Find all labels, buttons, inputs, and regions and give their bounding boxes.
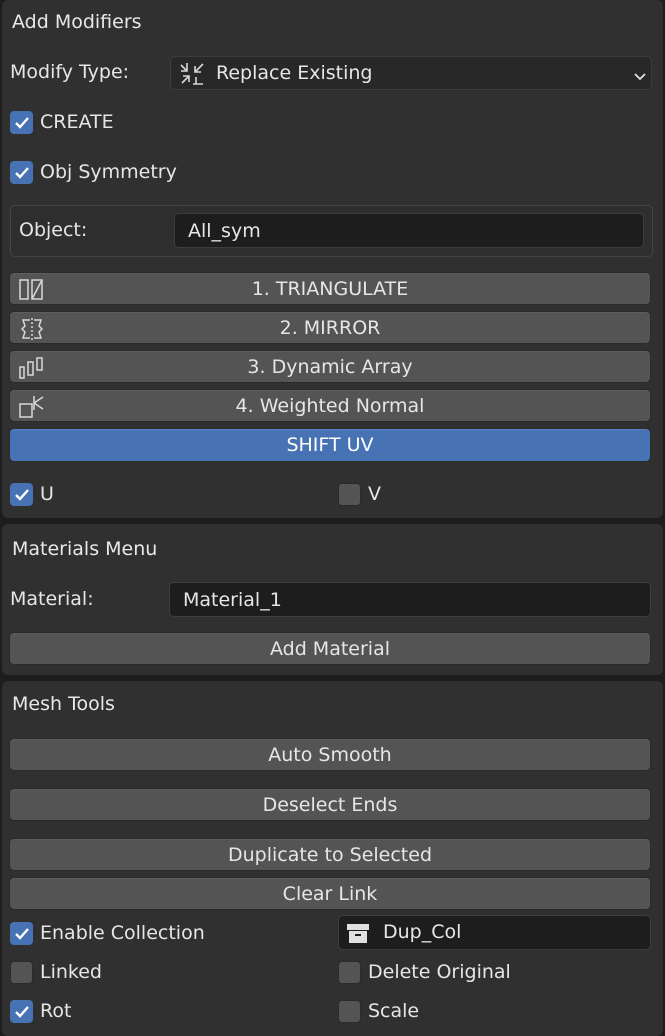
triangulate-button[interactable]: 1. TRIANGULATE — [9, 272, 651, 305]
v-label: V — [368, 483, 381, 505]
linked-checkbox[interactable] — [10, 961, 33, 984]
object-label: Object: — [19, 219, 88, 241]
weighted-normal-icon — [18, 394, 46, 420]
dynamic-array-label: 3. Dynamic Array — [247, 355, 413, 378]
u-label: U — [40, 483, 54, 505]
mirror-icon — [18, 316, 46, 342]
weighted-normal-button[interactable]: 4. Weighted Normal — [9, 389, 651, 422]
rot-label: Rot — [40, 1000, 72, 1022]
auto-smooth-button[interactable]: Auto Smooth — [9, 738, 651, 771]
deselect-ends-button[interactable]: Deselect Ends — [9, 788, 651, 821]
materials-menu-panel: Materials Menu Material: Material_1 Add … — [2, 524, 663, 675]
clear-link-button[interactable]: Clear Link — [9, 877, 651, 910]
collection-box-icon — [345, 920, 371, 946]
material-label: Material: — [10, 588, 94, 610]
add-material-button[interactable]: Add Material — [9, 632, 651, 665]
weighted-normal-label: 4. Weighted Normal — [235, 394, 425, 417]
collection-field[interactable]: Dup_Col — [338, 915, 651, 950]
enable-collection-checkbox[interactable] — [10, 922, 33, 945]
dynamic-array-button[interactable]: 3. Dynamic Array — [9, 350, 651, 383]
modify-type-label: Modify Type: — [10, 61, 130, 83]
obj-symmetry-label: Obj Symmetry — [40, 161, 177, 183]
delete-original-checkbox[interactable] — [338, 961, 361, 984]
object-field[interactable]: All_sym — [174, 213, 644, 248]
triangulate-icon — [18, 277, 46, 303]
u-checkbox[interactable] — [10, 483, 33, 506]
create-label: CREATE — [40, 111, 114, 133]
material-field[interactable]: Material_1 — [169, 582, 651, 617]
linked-label: Linked — [40, 961, 102, 983]
modify-type-dropdown[interactable]: Replace Existing — [170, 56, 652, 90]
modify-type-value: Replace Existing — [216, 62, 373, 84]
collection-value: Dup_Col — [383, 921, 462, 943]
delete-original-label: Delete Original — [368, 961, 511, 983]
add-modifiers-panel: Add Modifiers Modify Type: Replace Exist… — [2, 0, 663, 518]
create-checkbox[interactable] — [10, 111, 33, 134]
rot-checkbox[interactable] — [10, 1000, 33, 1023]
triangulate-label: 1. TRIANGULATE — [251, 277, 409, 300]
duplicate-to-selected-button[interactable]: Duplicate to Selected — [9, 838, 651, 871]
array-icon — [18, 355, 46, 381]
materials-title: Materials Menu — [12, 538, 158, 560]
mirror-label: 2. MIRROR — [279, 316, 381, 339]
object-box: Object: All_sym — [10, 205, 653, 257]
mesh-tools-title: Mesh Tools — [12, 693, 115, 715]
shift-uv-button[interactable]: SHIFT UV — [9, 428, 651, 462]
v-checkbox[interactable] — [338, 483, 361, 506]
obj-symmetry-checkbox[interactable] — [10, 161, 33, 184]
scale-label: Scale — [368, 1000, 420, 1022]
mesh-tools-panel: Mesh Tools Auto Smooth Deselect Ends Dup… — [2, 681, 663, 1036]
enable-collection-label: Enable Collection — [40, 922, 205, 944]
mirror-button[interactable]: 2. MIRROR — [9, 311, 651, 344]
scale-checkbox[interactable] — [338, 1000, 361, 1023]
chevron-down-icon — [633, 66, 647, 88]
replace-existing-icon — [179, 60, 205, 86]
panel-title: Add Modifiers — [12, 11, 142, 33]
